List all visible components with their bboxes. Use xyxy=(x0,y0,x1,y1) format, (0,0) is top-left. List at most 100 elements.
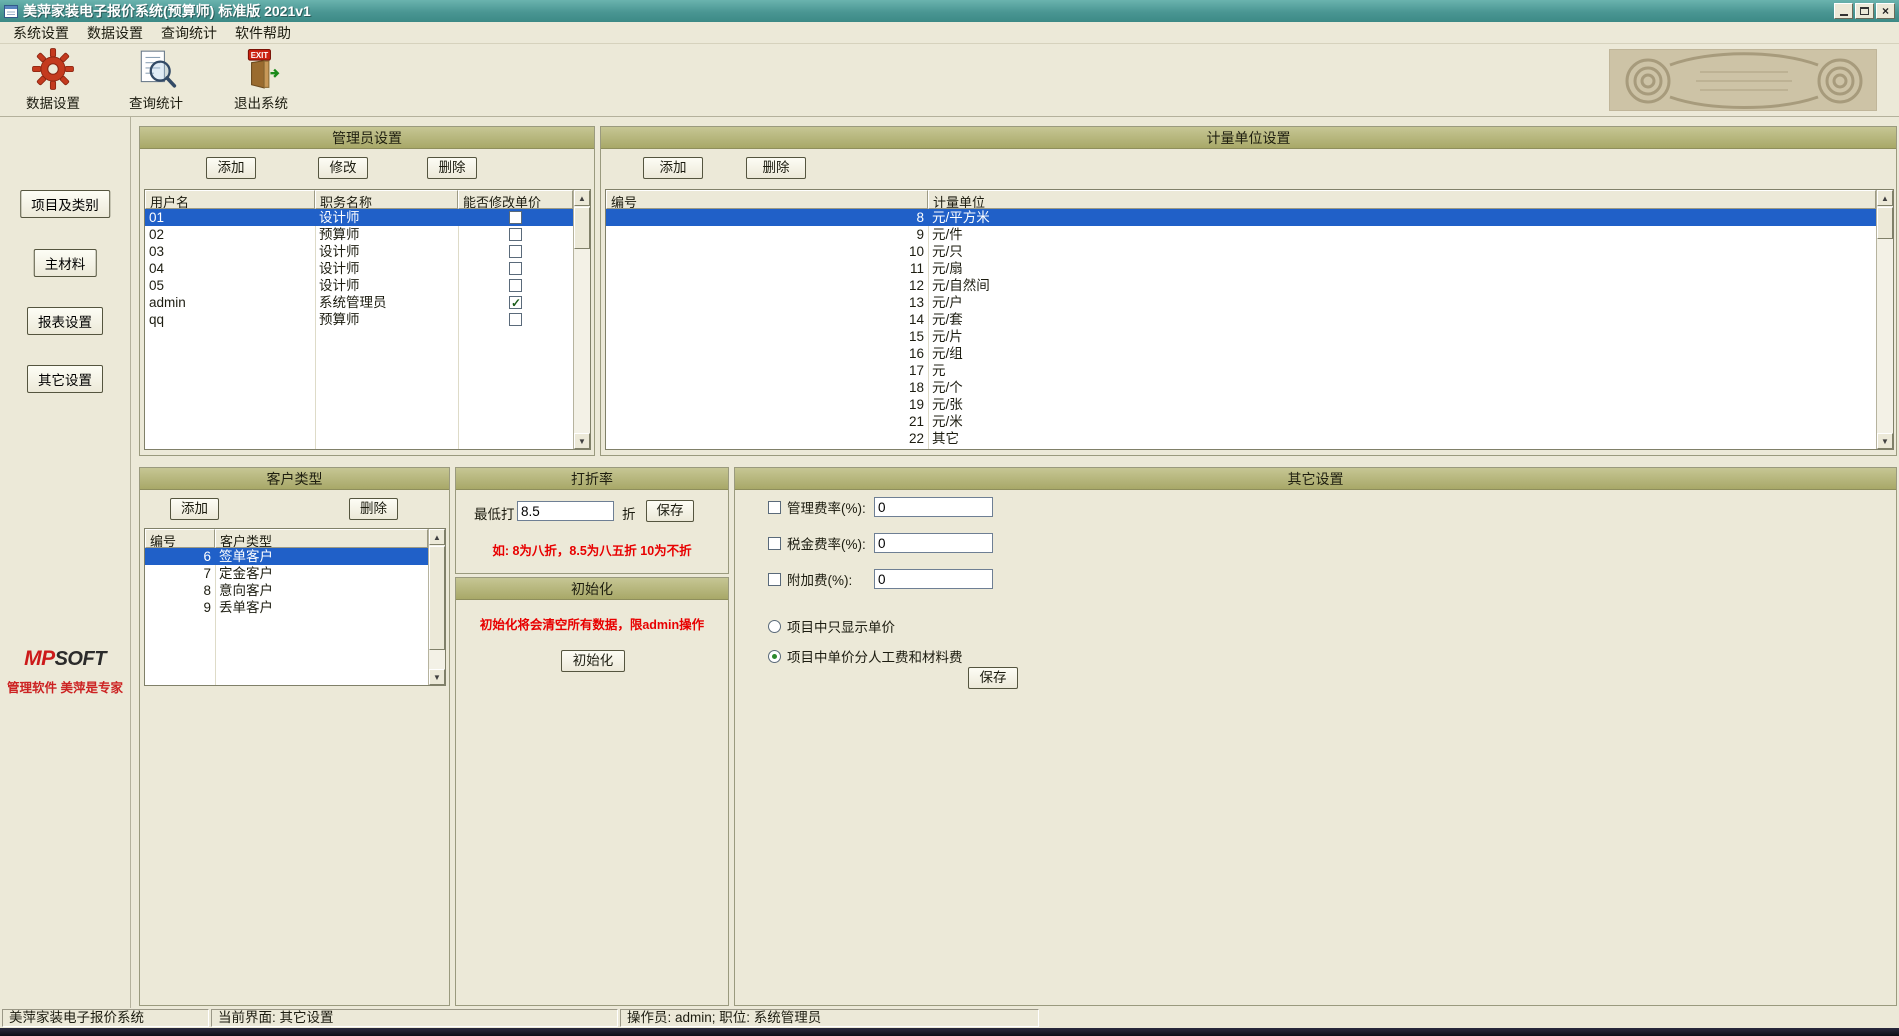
unit-row[interactable]: 19 元/张 xyxy=(606,396,1876,413)
unit-row[interactable]: 10 元/只 xyxy=(606,243,1876,260)
bottom-edge-strip xyxy=(0,1028,1899,1036)
can-edit-cell xyxy=(458,311,573,328)
initialize-button[interactable]: 初始化 xyxy=(561,650,625,672)
fee-input[interactable] xyxy=(874,533,993,553)
user-row[interactable]: 01 设计师 xyxy=(145,209,573,226)
unit-row[interactable]: 13 元/户 xyxy=(606,294,1876,311)
scroll-down-icon[interactable]: ▼ xyxy=(429,669,445,685)
fee-checkbox[interactable] xyxy=(768,536,781,550)
can-edit-checkbox[interactable] xyxy=(509,313,522,326)
customer-delete-button[interactable]: 删除 xyxy=(349,498,398,520)
column-header-can-edit[interactable]: 能否修改单价 xyxy=(458,190,573,209)
menu-item-system-settings[interactable]: 系统设置 xyxy=(4,21,78,45)
admin-table-scrollbar[interactable]: ▲ ▼ xyxy=(573,190,590,449)
sidebar-item-report-settings[interactable]: 报表设置 xyxy=(27,307,103,335)
user-row[interactable]: 02 预算师 xyxy=(145,226,573,243)
can-edit-checkbox[interactable] xyxy=(509,228,522,241)
customer-add-button[interactable]: 添加 xyxy=(170,498,219,520)
admin-edit-button[interactable]: 修改 xyxy=(318,157,368,179)
unit-table-scrollbar[interactable]: ▲ ▼ xyxy=(1876,190,1893,449)
can-edit-checkbox[interactable] xyxy=(509,211,522,224)
column-header-id[interactable]: 编号 xyxy=(606,190,928,209)
fee-checkbox[interactable] xyxy=(768,572,781,586)
fee-input[interactable] xyxy=(874,569,993,589)
column-header-id[interactable]: 编号 xyxy=(145,529,215,548)
can-edit-checkbox[interactable] xyxy=(509,262,522,275)
fee-input[interactable] xyxy=(874,497,993,517)
maximize-button[interactable] xyxy=(1855,3,1874,19)
sidebar-item-projects-categories[interactable]: 项目及类别 xyxy=(20,190,110,218)
menu-item-query-stats[interactable]: 查询统计 xyxy=(152,21,226,45)
unit-row[interactable]: 21 元/米 xyxy=(606,413,1876,430)
user-row[interactable]: 03 设计师 xyxy=(145,243,573,260)
magnifier-icon xyxy=(140,50,177,88)
discount-save-button[interactable]: 保存 xyxy=(646,500,694,522)
column-header-type[interactable]: 客户类型 xyxy=(215,529,428,548)
unit-add-button[interactable]: 添加 xyxy=(643,157,703,179)
unit-name-cell: 元/个 xyxy=(932,380,963,395)
other-save-button[interactable]: 保存 xyxy=(968,667,1018,689)
customer-row[interactable]: 7 定金客户 xyxy=(145,565,428,582)
close-button[interactable]: × xyxy=(1876,3,1895,19)
sidebar-item-other-settings[interactable]: 其它设置 xyxy=(27,365,103,393)
fee-checkbox[interactable] xyxy=(768,500,781,514)
table-header: 编号 计量单位 xyxy=(606,190,1893,209)
unit-row[interactable]: 16 元/组 xyxy=(606,345,1876,362)
column-header-unit[interactable]: 计量单位 xyxy=(928,190,1876,209)
toolbar-data-settings-button[interactable]: 数据设置 xyxy=(12,48,94,112)
radio-icon[interactable] xyxy=(768,619,781,633)
customer-type-cell: 签单客户 xyxy=(219,549,273,564)
customer-row[interactable]: 8 意向客户 xyxy=(145,582,428,599)
radio-icon[interactable] xyxy=(768,649,781,663)
scroll-down-icon[interactable]: ▼ xyxy=(1877,433,1893,449)
scroll-down-icon[interactable]: ▼ xyxy=(574,433,590,449)
scrollbar-thumb[interactable] xyxy=(429,546,445,650)
unit-name-cell: 元/件 xyxy=(932,227,963,242)
role-cell: 预算师 xyxy=(319,312,360,327)
column-header-role[interactable]: 职务名称 xyxy=(315,190,458,209)
radio-option[interactable]: 项目中只显示单价 xyxy=(768,616,963,636)
toolbar-exit-button[interactable]: EXIT 退出系统 xyxy=(220,48,302,112)
role-cell: 预算师 xyxy=(319,227,360,242)
customer-row[interactable]: 9 丢单客户 xyxy=(145,599,428,616)
unit-row[interactable]: 8 元/平方米 xyxy=(606,209,1876,226)
unit-id-cell: 21 xyxy=(908,414,924,429)
user-row[interactable]: 05 设计师 xyxy=(145,277,573,294)
window-controls: × xyxy=(1834,3,1895,19)
unit-id-cell: 13 xyxy=(908,295,924,310)
unit-id-cell: 16 xyxy=(908,346,924,361)
unit-row[interactable]: 12 元/自然间 xyxy=(606,277,1876,294)
user-row[interactable]: 04 设计师 xyxy=(145,260,573,277)
menu-item-data-settings[interactable]: 数据设置 xyxy=(78,21,152,45)
scrollbar-thumb[interactable] xyxy=(1877,207,1893,239)
discount-panel-title: 打折率 xyxy=(456,468,728,490)
admin-add-button[interactable]: 添加 xyxy=(206,157,256,179)
unit-row[interactable]: 17 元 xyxy=(606,362,1876,379)
can-edit-checkbox[interactable] xyxy=(509,245,522,258)
radio-option[interactable]: 项目中单价分人工费和材料费 xyxy=(768,646,963,666)
discount-input[interactable] xyxy=(517,501,614,521)
user-row[interactable]: qq 预算师 xyxy=(145,311,573,328)
unit-row[interactable]: 15 元/片 xyxy=(606,328,1876,345)
can-edit-checkbox[interactable] xyxy=(509,279,522,292)
unit-row[interactable]: 18 元/个 xyxy=(606,379,1876,396)
sidebar-item-main-materials[interactable]: 主材料 xyxy=(33,249,97,277)
unit-row[interactable]: 22 其它 xyxy=(606,430,1876,447)
column-header-username[interactable]: 用户名 xyxy=(145,190,315,209)
mpsoft-logo: MPSOFT xyxy=(0,647,130,671)
scrollbar-thumb[interactable] xyxy=(574,207,590,249)
user-row[interactable]: admin 系统管理员 xyxy=(145,294,573,311)
customer-row[interactable]: 6 签单客户 xyxy=(145,548,428,565)
status-filler xyxy=(1041,1009,1897,1027)
radio-option-label: 项目中只显示单价 xyxy=(787,620,895,635)
toolbar-query-stats-button[interactable]: 查询统计 xyxy=(115,48,197,112)
unit-row[interactable]: 9 元/件 xyxy=(606,226,1876,243)
customer-table-scrollbar[interactable]: ▲ ▼ xyxy=(428,529,445,685)
unit-row[interactable]: 11 元/扇 xyxy=(606,260,1876,277)
minimize-button[interactable] xyxy=(1834,3,1853,19)
unit-row[interactable]: 14 元/套 xyxy=(606,311,1876,328)
unit-delete-button[interactable]: 删除 xyxy=(746,157,806,179)
menu-item-help[interactable]: 软件帮助 xyxy=(226,21,300,45)
admin-delete-button[interactable]: 删除 xyxy=(427,157,477,179)
can-edit-checkbox[interactable] xyxy=(509,295,522,311)
